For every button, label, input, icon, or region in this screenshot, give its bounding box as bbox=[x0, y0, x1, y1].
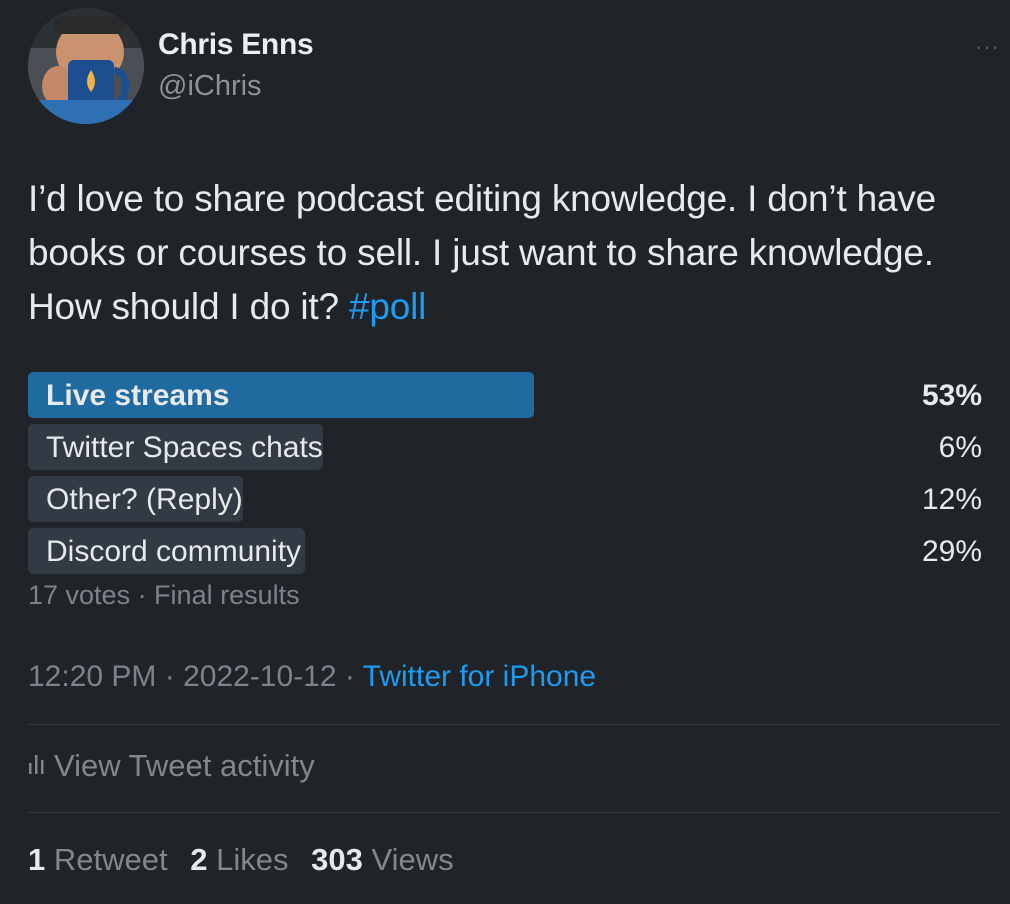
divider bbox=[28, 724, 1000, 725]
avatar-image bbox=[28, 8, 144, 124]
poll-option-label: Live streams bbox=[46, 379, 230, 412]
poll: Live streams 53% Twitter Spaces chats 6%… bbox=[28, 372, 982, 580]
likes-stat[interactable]: 2 Likes bbox=[190, 842, 288, 877]
tweet-text: I’d love to share podcast editing knowle… bbox=[28, 172, 988, 334]
poll-option-percent: 53% bbox=[921, 379, 982, 412]
tweet-header: Chris Enns @iChris ··· bbox=[28, 8, 999, 128]
view-activity-button[interactable]: View Tweet activity bbox=[28, 748, 315, 786]
retweets-stat[interactable]: 1 Retweet bbox=[28, 842, 168, 877]
poll-option: Discord community 29% bbox=[28, 528, 982, 575]
hashtag-link[interactable]: #poll bbox=[349, 286, 426, 327]
poll-option-label: Twitter Spaces chats bbox=[46, 431, 323, 464]
source-link[interactable]: Twitter for iPhone bbox=[363, 660, 596, 693]
likes-label: Likes bbox=[216, 842, 289, 877]
poll-meta: 17 votes · Final results bbox=[28, 580, 300, 610]
tweet-stats: 1 Retweet 2 Likes 303 Views bbox=[28, 842, 468, 878]
poll-option-percent: 12% bbox=[921, 483, 982, 516]
poll-option: Other? (Reply) 12% bbox=[28, 476, 982, 523]
tweet-timestamp: 12:20 PM · 2022-10-12 · Twitter for iPho… bbox=[28, 660, 596, 694]
views-stat[interactable]: 303 Views bbox=[311, 842, 454, 877]
views-count: 303 bbox=[311, 842, 363, 877]
views-label: Views bbox=[371, 842, 454, 877]
avatar[interactable] bbox=[28, 8, 144, 124]
author-handle[interactable]: @iChris bbox=[158, 70, 262, 103]
poll-option: Twitter Spaces chats 6% bbox=[28, 424, 982, 471]
divider bbox=[28, 812, 1000, 813]
tweet-body: I’d love to share podcast editing knowle… bbox=[28, 178, 937, 327]
poll-option-label: Other? (Reply) bbox=[46, 483, 243, 516]
likes-count: 2 bbox=[190, 842, 208, 877]
retweets-count: 1 bbox=[28, 842, 46, 877]
view-activity-label: View Tweet activity bbox=[54, 748, 315, 783]
poll-option-label: Discord community bbox=[46, 535, 302, 568]
retweets-label: Retweet bbox=[53, 842, 168, 877]
poll-option-percent: 6% bbox=[938, 431, 982, 464]
author-name[interactable]: Chris Enns bbox=[158, 28, 314, 62]
poll-option-percent: 29% bbox=[921, 535, 982, 568]
bar-chart-icon bbox=[28, 747, 46, 783]
time-date[interactable]: 12:20 PM · 2022-10-12 · bbox=[28, 660, 363, 693]
poll-option: Live streams 53% bbox=[28, 372, 982, 419]
ellipsis-icon[interactable]: ··· bbox=[975, 34, 1000, 60]
